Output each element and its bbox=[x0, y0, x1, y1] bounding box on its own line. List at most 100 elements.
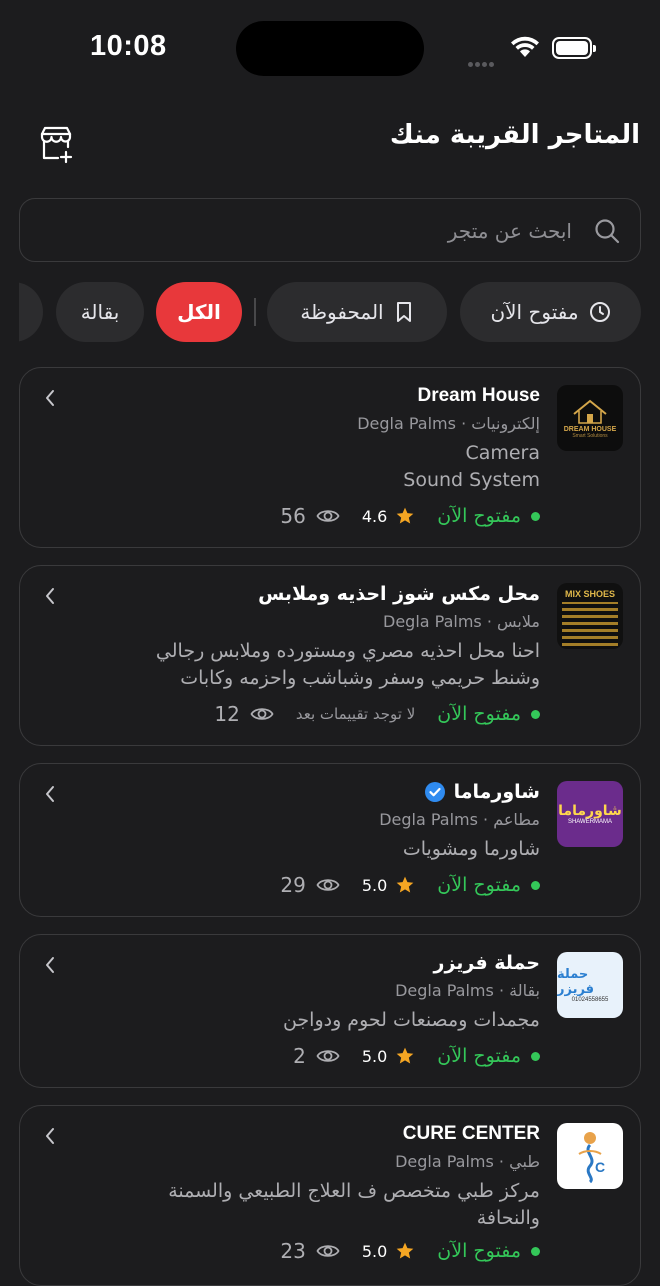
verified-badge-icon bbox=[424, 782, 445, 802]
chevron-left-icon[interactable] bbox=[42, 586, 58, 606]
no-ratings-label: لا توجد تقييمات بعد bbox=[295, 705, 416, 723]
dynamic-island bbox=[236, 21, 424, 76]
spine-logo-icon: C bbox=[578, 1132, 605, 1184]
rating-value: 5.0 bbox=[361, 1046, 388, 1066]
eye-icon bbox=[316, 510, 340, 522]
chip-open-now[interactable]: مفتوح الآن bbox=[460, 282, 641, 342]
eye-icon bbox=[316, 1245, 340, 1257]
store-meta: طبي · Degla Palms bbox=[395, 1152, 540, 1171]
store-card[interactable]: MIX SHOES محل مكس شوز احذيه وملابس ملابس… bbox=[19, 565, 641, 746]
views-count: 23 bbox=[280, 1239, 306, 1263]
store-description: احنا محل احذيه مصري ومستورده وملابس رجال… bbox=[80, 638, 540, 692]
description-line: احنا محل احذيه مصري ومستورده وملابس رجال… bbox=[155, 640, 540, 662]
clock-time: 10:08 bbox=[90, 30, 167, 62]
chip-divider bbox=[254, 298, 256, 326]
search-bar[interactable] bbox=[19, 198, 641, 262]
store-description: مجمدات ومصنعات لحوم ودواجن bbox=[80, 1007, 540, 1034]
store-card[interactable]: C CURE CENTER طبي · Degla Palms مركز طبي… bbox=[19, 1105, 641, 1286]
logo-text: DREAM HOUSE bbox=[563, 425, 617, 433]
chevron-left-icon[interactable] bbox=[42, 784, 58, 804]
logo-subtext: SHAWERMAMA bbox=[567, 819, 613, 825]
logo-subtext: Smart Solutions bbox=[572, 432, 608, 439]
chip-saved[interactable]: المحفوظة bbox=[267, 282, 447, 342]
store-meta: بقالة · Degla Palms bbox=[395, 981, 540, 1000]
eye-icon bbox=[250, 708, 274, 720]
battery-icon bbox=[552, 37, 596, 59]
eye-icon bbox=[316, 879, 340, 891]
wifi-icon bbox=[511, 36, 539, 57]
search-input[interactable] bbox=[40, 213, 574, 249]
store-name-text: Dream House bbox=[417, 385, 541, 406]
store-logo: DREAM HOUSE Smart Solutions bbox=[557, 385, 623, 451]
store-card[interactable]: حملة فريزر 01024558655 حملة فريزر بقالة … bbox=[19, 934, 641, 1088]
description-line: Camera bbox=[465, 442, 540, 464]
star-icon bbox=[396, 1047, 414, 1064]
store-stats: مفتوح الآن 4.6 56 bbox=[280, 501, 540, 531]
rating-value: 4.6 bbox=[361, 506, 388, 526]
open-status-dot bbox=[531, 1246, 540, 1256]
logo-text: شاورماما bbox=[558, 803, 622, 819]
store-name-text: حملة فريزر bbox=[433, 952, 540, 974]
rating-value: 5.0 bbox=[361, 875, 388, 895]
rating-value: 5.0 bbox=[361, 1241, 388, 1261]
open-status: مفتوح الآن bbox=[437, 874, 521, 896]
store-name-text: CURE CENTER bbox=[402, 1123, 540, 1144]
search-icon bbox=[595, 219, 620, 244]
store-name: Dream House bbox=[80, 382, 541, 410]
cellular-signal-icon bbox=[468, 52, 496, 71]
open-status-dot bbox=[531, 1051, 540, 1061]
status-bar: 10:08 bbox=[0, 0, 660, 96]
chip-saved-label: المحفوظة bbox=[300, 300, 384, 324]
store-meta: ملابس · Degla Palms bbox=[383, 612, 540, 631]
logo-subtext: 01024558655 bbox=[571, 997, 609, 1003]
chip-open-now-label: مفتوح الآن bbox=[490, 300, 579, 324]
star-icon bbox=[396, 507, 414, 524]
open-status: مفتوح الآن bbox=[437, 1045, 521, 1067]
store-name-text: شاورماما bbox=[453, 781, 540, 803]
views-count: 56 bbox=[280, 504, 306, 528]
store-stats: مفتوح الآن 5.0 29 bbox=[280, 870, 540, 900]
description-line: مجمدات ومصنعات لحوم ودواجن bbox=[282, 1009, 540, 1031]
eye-icon bbox=[316, 1050, 340, 1062]
chip-more[interactable] bbox=[19, 282, 43, 342]
description-line: مركز طبي متخصص ف العلاج الطبيعي والسمنة bbox=[168, 1180, 540, 1202]
store-logo: شاورماما SHAWERMAMA bbox=[557, 781, 623, 847]
house-logo-icon bbox=[573, 399, 607, 424]
store-name-text: محل مكس شوز احذيه وملابس bbox=[258, 583, 540, 605]
open-status: مفتوح الآن bbox=[437, 505, 521, 527]
views-count: 12 bbox=[214, 702, 240, 726]
store-logo: حملة فريزر 01024558655 bbox=[557, 952, 623, 1018]
store-name: حملة فريزر bbox=[80, 949, 540, 977]
open-status-dot bbox=[531, 709, 540, 719]
store-stats: مفتوح الآن 5.0 23 bbox=[280, 1236, 540, 1266]
page-title: المتاجر القريبة منك bbox=[389, 120, 640, 150]
add-store-icon[interactable] bbox=[36, 124, 76, 164]
store-name: شاورماما bbox=[80, 778, 540, 806]
store-meta: إلكترونيات · Degla Palms bbox=[357, 414, 540, 433]
store-info: CURE CENTER طبي · Degla Palms مركز طبي م… bbox=[80, 1120, 540, 1232]
views-count: 29 bbox=[280, 873, 306, 897]
chevron-left-icon[interactable] bbox=[42, 1126, 58, 1146]
logo-pattern bbox=[562, 602, 618, 646]
filter-chips: مفتوح الآن المحفوظة الكل بقالة bbox=[19, 282, 641, 342]
clock-icon bbox=[589, 302, 610, 322]
open-status-dot bbox=[531, 511, 540, 521]
store-name: محل مكس شوز احذيه وملابس bbox=[80, 580, 540, 608]
store-stats: مفتوح الآن لا توجد تقييمات بعد 12 bbox=[214, 699, 540, 729]
store-card[interactable]: DREAM HOUSE Smart Solutions Dream House … bbox=[19, 367, 641, 548]
store-card[interactable]: شاورماما SHAWERMAMA شاورماما مطاعم · Deg… bbox=[19, 763, 641, 917]
chevron-left-icon[interactable] bbox=[42, 955, 58, 975]
svg-text:C: C bbox=[595, 1159, 605, 1175]
star-icon bbox=[396, 876, 414, 893]
open-status: مفتوح الآن bbox=[437, 1240, 521, 1262]
store-info: حملة فريزر بقالة · Degla Palms مجمدات وم… bbox=[80, 949, 540, 1034]
chip-all[interactable]: الكل bbox=[156, 282, 242, 342]
store-name: CURE CENTER bbox=[80, 1120, 540, 1148]
star-icon bbox=[396, 1242, 414, 1259]
views-count: 2 bbox=[293, 1044, 306, 1068]
chip-grocery[interactable]: بقالة bbox=[56, 282, 144, 342]
logo-text: MIX SHOES bbox=[564, 589, 615, 599]
chevron-left-icon[interactable] bbox=[42, 388, 58, 408]
logo-text: حملة فريزر bbox=[557, 967, 595, 997]
store-meta: مطاعم · Degla Palms bbox=[379, 810, 540, 829]
